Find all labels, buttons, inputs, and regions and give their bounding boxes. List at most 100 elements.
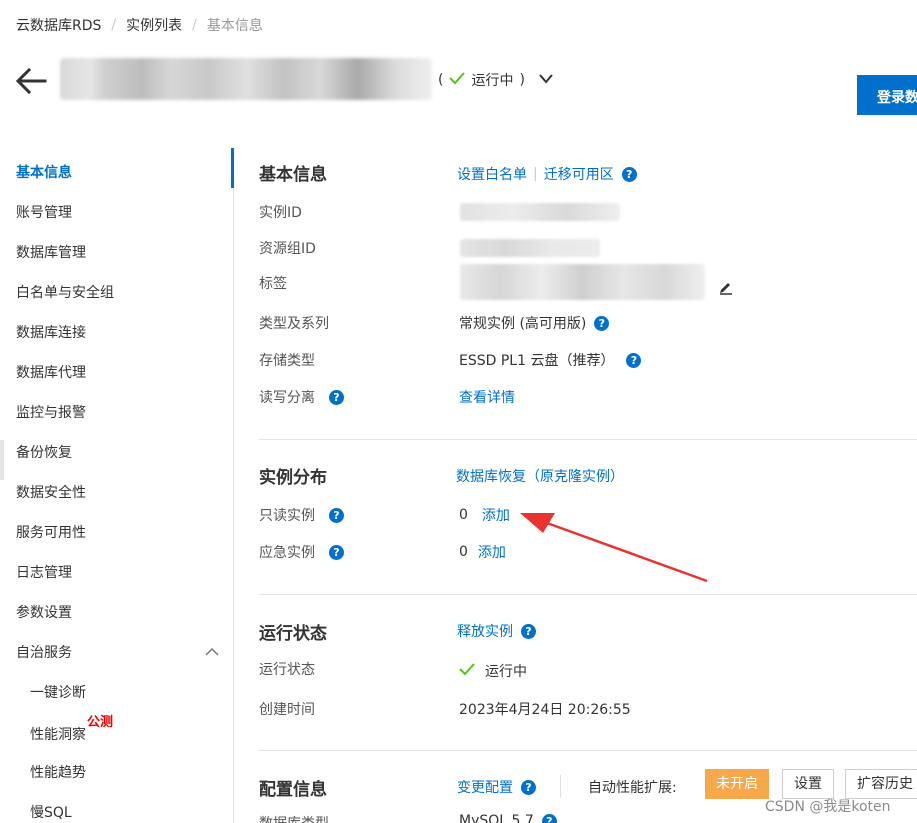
breadcrumb-separator: / (111, 17, 117, 33)
sidebar-item-proxy[interactable]: 数据库代理 (16, 362, 86, 382)
resource-group-label: 资源组ID (259, 238, 316, 258)
readonly-value: 0 添加 (459, 505, 510, 525)
auto-scale-status: 未开启 (705, 769, 769, 799)
breadcrumb: 云数据库RDS / 实例列表 / 基本信息 (16, 15, 263, 35)
status-label-text: 运行状态 (259, 662, 315, 678)
status-value: 运行中 (459, 661, 527, 681)
help-icon[interactable]: ? (329, 389, 344, 405)
instance-id-label-text: 实例ID (259, 205, 302, 221)
migrate-zone-link[interactable]: 迁移可用区 (544, 164, 614, 184)
created-label: 创建时间 (259, 699, 315, 719)
sidebar-item-whitelist[interactable]: 白名单与安全组 (16, 282, 114, 302)
emergency-count: 0 (459, 544, 468, 560)
section-title-config: 配置信息 (259, 780, 327, 800)
sidebar-item-monitoring[interactable]: 监控与报警 (16, 402, 86, 422)
beta-badge: 公测 (87, 715, 114, 730)
emergency-label: 应急实例 ? (259, 542, 344, 562)
sidebar-item-connection[interactable]: 数据库连接 (16, 322, 86, 342)
readonly-label-text: 只读实例 (259, 508, 315, 524)
status-open-paren: ( (438, 72, 444, 88)
help-icon[interactable]: ? (626, 352, 642, 368)
login-database-button[interactable]: 登录数 (857, 75, 917, 115)
help-icon[interactable]: ? (541, 813, 557, 823)
sidebar-item-data-security[interactable]: 数据安全性 (16, 482, 86, 502)
readonly-count: 0 (459, 507, 468, 523)
breadcrumb-instance-list[interactable]: 实例列表 (126, 15, 182, 35)
rw-split-label-text: 读写分离 (259, 390, 315, 406)
sidebar-item-parameters[interactable]: 参数设置 (16, 602, 72, 622)
type-label-text: 类型及系列 (259, 316, 329, 332)
rw-split-value: 查看详情 (459, 387, 515, 407)
sidebar-item-availability[interactable]: 服务可用性 (16, 522, 86, 542)
edit-icon[interactable] (718, 279, 734, 299)
auto-scale-settings-button[interactable]: 设置 (782, 769, 834, 799)
set-whitelist-link[interactable]: 设置白名单 (457, 164, 527, 184)
storage-label: 存储类型 (259, 350, 315, 370)
status-close-paren: ) (519, 72, 525, 88)
rw-split-label: 读写分离 ? (259, 387, 344, 407)
scale-history-button[interactable]: 扩容历史 (845, 769, 917, 799)
watermark: CSDN @我是koten (765, 799, 891, 815)
type-label: 类型及系列 (259, 313, 329, 333)
add-emergency-link[interactable]: 添加 (478, 542, 506, 562)
sidebar-item-accounts[interactable]: 账号管理 (16, 202, 72, 222)
db-type-value-text: MySQL 5.7 (459, 813, 534, 823)
sidebar-item-databases[interactable]: 数据库管理 (16, 242, 86, 262)
sidebar-item-trends[interactable]: 性能趋势 (30, 762, 86, 782)
sidebar-item-logs[interactable]: 日志管理 (16, 562, 72, 582)
created-label-text: 创建时间 (259, 702, 315, 718)
section-divider (259, 594, 917, 595)
change-config-link[interactable]: 变更配置 (457, 777, 513, 797)
sidebar-collapse-handle[interactable] (0, 440, 4, 480)
section-divider (259, 750, 917, 751)
readonly-label: 只读实例 ? (259, 505, 344, 525)
action-divider: | (533, 166, 538, 182)
section-title-run-status: 运行状态 (259, 624, 327, 644)
help-icon[interactable]: ? (329, 507, 344, 523)
instance-status[interactable]: ( 运行中 ) (438, 70, 553, 90)
auto-scale-label: 自动性能扩展: (588, 780, 677, 796)
sidebar-item-autonomy[interactable]: 自治服务 (16, 642, 72, 662)
help-icon[interactable]: ? (594, 315, 610, 331)
instance-id-redacted (460, 203, 620, 221)
storage-value: ESSD PL1 云盘（推荐） ? (459, 350, 642, 370)
help-icon[interactable]: ? (521, 779, 536, 795)
db-restore-link[interactable]: 数据库恢复（原克隆实例） (456, 466, 624, 486)
instance-name-redacted (60, 58, 432, 100)
sidebar-item-slow-sql[interactable]: 慢SQL (30, 802, 72, 822)
sidebar-item-diagnosis[interactable]: 一键诊断 (30, 682, 86, 702)
tags-label: 标签 (259, 273, 287, 293)
status-label-row: 运行状态 (259, 659, 315, 679)
basic-info-actions: 设置白名单 | 迁移可用区 ? (457, 164, 637, 184)
help-icon[interactable]: ? (329, 544, 344, 560)
storage-label-text: 存储类型 (259, 353, 315, 369)
chevron-up-icon[interactable] (205, 645, 219, 661)
breadcrumb-rds[interactable]: 云数据库RDS (16, 15, 101, 35)
sidebar-item-backup[interactable]: 备份恢复 (16, 442, 72, 462)
type-value-text: 常规实例 (高可用版) (459, 316, 587, 332)
annotation-arrow-icon (515, 505, 715, 589)
release-instance-link[interactable]: 释放实例 (457, 621, 513, 641)
sidebar-item-basic-info[interactable]: 基本信息 (16, 162, 72, 182)
view-details-link[interactable]: 查看详情 (459, 387, 515, 407)
storage-value-text: ESSD PL1 云盘（推荐） (459, 353, 615, 369)
breadcrumb-current: 基本信息 (206, 18, 263, 34)
help-icon[interactable]: ? (521, 623, 536, 639)
status-label: 运行中 (471, 73, 514, 89)
type-value: 常规实例 (高可用版) ? (459, 313, 610, 333)
tags-label-text: 标签 (259, 276, 287, 292)
action-divider (560, 775, 561, 797)
add-readonly-link[interactable]: 添加 (482, 505, 510, 525)
help-icon[interactable]: ? (621, 166, 637, 182)
instance-id-label: 实例ID (259, 202, 302, 222)
created-value: 2023年4月24日 20:26:55 (459, 699, 631, 719)
back-arrow-icon[interactable] (14, 64, 48, 98)
chevron-down-icon[interactable] (539, 72, 553, 88)
release-instance-action: 释放实例 ? (457, 621, 536, 641)
check-icon (459, 662, 475, 680)
emergency-label-text: 应急实例 (259, 545, 315, 561)
resource-group-redacted (460, 239, 600, 257)
resource-group-label-text: 资源组ID (259, 241, 316, 257)
emergency-value: 0 添加 (459, 542, 506, 562)
sidebar-item-insight[interactable]: 性能洞察 (30, 724, 86, 744)
